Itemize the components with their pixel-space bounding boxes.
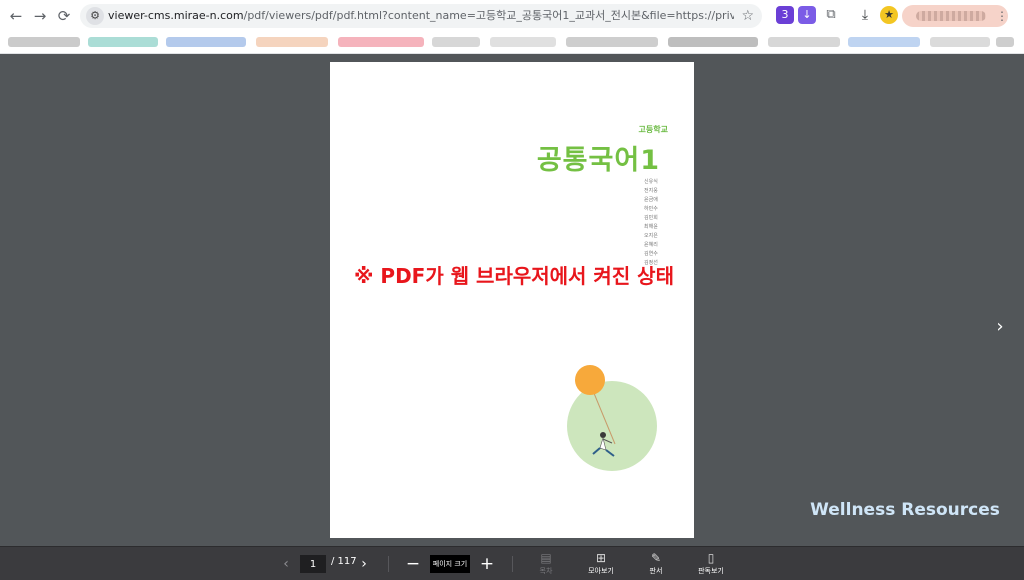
- address-bar[interactable]: ⚙ viewer-cms.mirae-n.com/pdf/viewers/pdf…: [80, 4, 762, 28]
- zoom-select[interactable]: 페이지 크기: [430, 555, 470, 573]
- total-pages: / 117: [331, 556, 357, 567]
- toolbar-divider: [388, 556, 389, 572]
- pen-icon: ✎: [650, 551, 662, 565]
- bookmark-item[interactable]: [768, 37, 840, 47]
- page-icon: ▯: [707, 551, 715, 565]
- thumbnail-view-button[interactable]: ⊞ 모아보기: [579, 550, 623, 578]
- bookmarks-bar: [0, 33, 1024, 53]
- reload-icon[interactable]: ⟳: [54, 6, 74, 26]
- author-name: 전지웅: [644, 188, 658, 194]
- profile-name-redacted: [916, 11, 986, 21]
- book-subtitle: 고등학교: [638, 125, 668, 134]
- author-name: 김연수: [644, 251, 658, 257]
- menu-kebab-icon[interactable]: ⋮: [996, 9, 1008, 23]
- author-name: 최해윤: [644, 224, 658, 230]
- bookmark-item[interactable]: [256, 37, 328, 47]
- grid-icon: ⊞: [595, 551, 607, 565]
- green-circle-shape: [567, 381, 657, 471]
- pdf-toolbar: ‹ / 117 › − 페이지 크기 + ▤ 목차 ⊞ 모아보기 ✎ 판서 ▯ …: [0, 546, 1024, 580]
- zoom-in-button[interactable]: +: [478, 553, 496, 575]
- bookmark-item[interactable]: [166, 37, 246, 47]
- author-list: 신유식 전지웅 윤금애 하민수 김민희 최해윤 오지은 윤혜리 김연수 김정선: [644, 178, 674, 268]
- toc-icon: ▤: [540, 551, 552, 565]
- download-extension-icon[interactable]: ↓: [798, 6, 816, 24]
- bookmark-item[interactable]: [996, 37, 1014, 47]
- page-number-input[interactable]: [300, 555, 326, 573]
- bookmark-item[interactable]: [668, 37, 758, 47]
- prev-page-icon[interactable]: ‹: [278, 554, 294, 574]
- bookmark-item[interactable]: [490, 37, 556, 47]
- annotation-overlay-text: ※ PDF가 웹 브라우저에서 켜진 상태: [354, 264, 674, 288]
- balloon-icon: [575, 365, 605, 395]
- book-title: 공통국어1: [536, 145, 660, 176]
- author-name: 김민희: [644, 215, 658, 221]
- bookmark-item[interactable]: [566, 37, 658, 47]
- author-name: 하민수: [644, 206, 658, 212]
- extension-badge: 3: [781, 8, 789, 21]
- bookmark-item[interactable]: [88, 37, 158, 47]
- bookmark-item[interactable]: [432, 37, 480, 47]
- toolbar-divider: [512, 556, 513, 572]
- site-settings-icon[interactable]: ⚙: [86, 7, 104, 25]
- yellow-extension-icon[interactable]: ★: [880, 6, 898, 24]
- download-icon[interactable]: ⤓: [856, 6, 874, 24]
- cover-illustration: [567, 365, 657, 471]
- page-view-label: 판독보기: [698, 567, 724, 575]
- watermark-text: Wellness Resources: [810, 500, 1000, 520]
- browser-chrome: ← → ⟳ ⚙ viewer-cms.mirae-n.com/pdf/viewe…: [0, 0, 1024, 54]
- toc-label: 목차: [539, 567, 553, 575]
- annotate-label: 판서: [649, 567, 663, 575]
- puzzle-extensions-icon[interactable]: ⧉: [822, 6, 840, 24]
- zoom-out-button[interactable]: −: [404, 553, 422, 575]
- next-page-arrow-icon[interactable]: ›: [990, 312, 1010, 342]
- bookmark-item[interactable]: [930, 37, 990, 47]
- bookmark-star-icon[interactable]: ☆: [741, 6, 754, 26]
- url-host: viewer-cms.mirae-n.com: [108, 9, 244, 22]
- profile-button[interactable]: ⋮: [902, 5, 1008, 27]
- author-name: 오지은: [644, 233, 658, 239]
- annotate-button[interactable]: ✎ 판서: [634, 550, 678, 578]
- pdf-page: 고등학교 공통국어1 신유식 전지웅 윤금애 하민수 김민희 최해윤 오지은 윤…: [330, 62, 694, 538]
- extension-icon[interactable]: 3: [776, 6, 794, 24]
- toc-button[interactable]: ▤ 목차: [524, 550, 568, 578]
- bookmark-item[interactable]: [848, 37, 920, 47]
- author-name: 윤혜리: [644, 242, 658, 248]
- bookmark-item[interactable]: [8, 37, 80, 47]
- back-arrow-icon[interactable]: ←: [6, 6, 26, 26]
- next-page-icon[interactable]: ›: [356, 554, 372, 574]
- bookmark-item[interactable]: [338, 37, 424, 47]
- url-path: /pdf/viewers/pdf/pdf.html?content_name=고…: [243, 9, 734, 22]
- page-view-button[interactable]: ▯ 판독보기: [689, 550, 733, 578]
- thumbnail-view-label: 모아보기: [588, 567, 614, 575]
- url-text[interactable]: viewer-cms.mirae-n.com/pdf/viewers/pdf/p…: [108, 4, 734, 28]
- pdf-viewer[interactable]: 고등학교 공통국어1 신유식 전지웅 윤금애 하민수 김민희 최해윤 오지은 윤…: [0, 54, 1024, 546]
- author-name: 윤금애: [644, 197, 658, 203]
- forward-arrow-icon[interactable]: →: [30, 6, 50, 26]
- author-name: 신유식: [644, 179, 658, 185]
